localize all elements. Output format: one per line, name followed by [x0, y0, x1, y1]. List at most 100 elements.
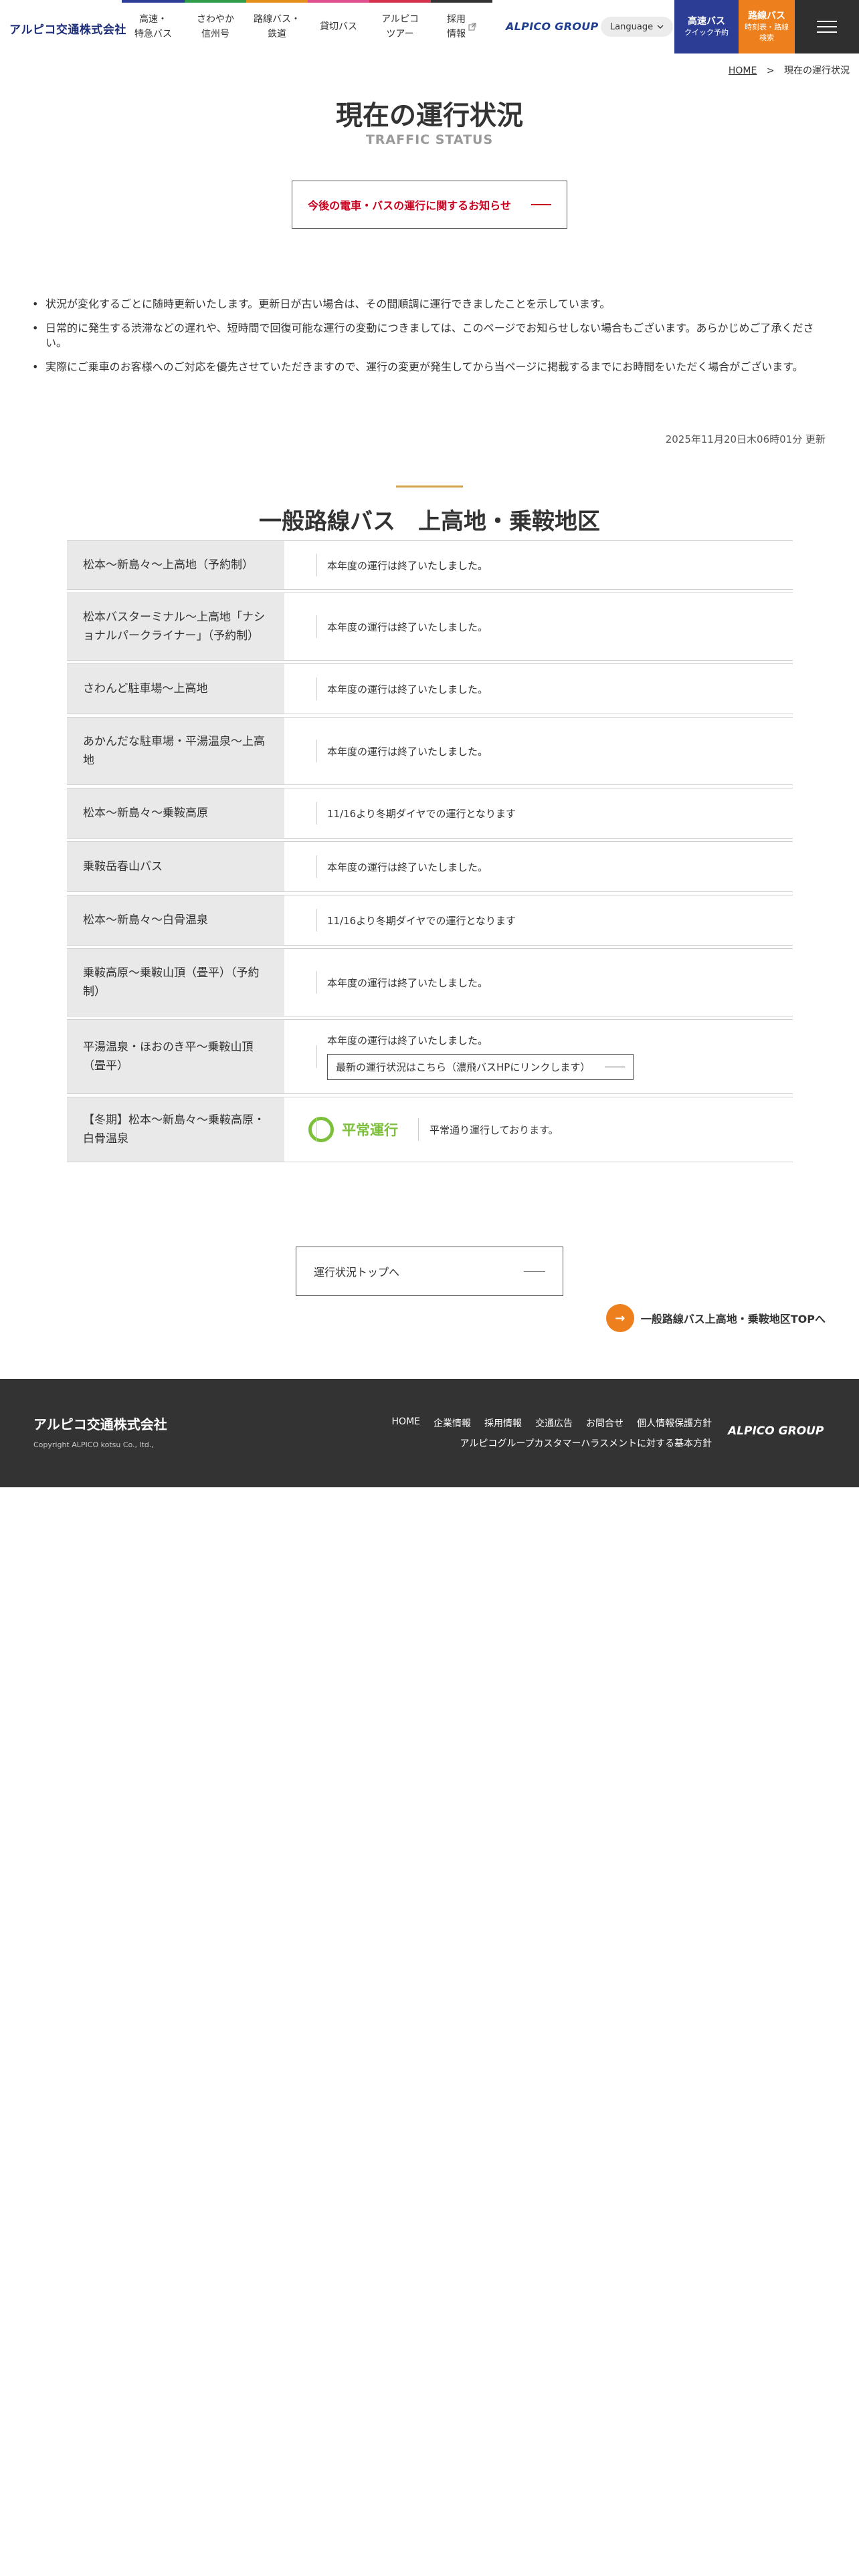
nav-label: 貸切バス: [320, 21, 357, 32]
route-status: 本年度の運行は終了いたしました。: [284, 664, 793, 714]
arrow-right-icon: →: [605, 1304, 634, 1332]
nav-label: 路線バス・ 鉄道: [254, 14, 300, 39]
nav-label: 高速・ 特急バス: [134, 14, 172, 39]
route-status: 本年度の運行は終了いたしました。: [284, 718, 793, 784]
page-subtitle: TRAFFIC STATUS: [365, 132, 494, 147]
nav-color-bar: [431, 0, 492, 3]
status-top-label: 運行状況トップへ: [314, 1266, 400, 1279]
nohi-bus-link[interactable]: 最新の運行状況はこちら（濃飛バスHPにリンクします）: [327, 1054, 634, 1080]
button-sub-label: 時刻表・路線 検索: [745, 23, 789, 42]
alpico-group-logo[interactable]: ALPICO GROUP: [506, 20, 599, 33]
footer-links: HOME 企業情報 採用情報 交通広告 お問合せ 個人情報保護方針: [392, 1416, 712, 1430]
footer-link-harassment-policy[interactable]: アルピコグループカスタマーハラスメントに対する基本方針: [460, 1436, 712, 1450]
nav-route-bus[interactable]: 路線バス・ 鉄道: [246, 0, 308, 53]
route-name: 松本～新島々～上高地（予約制）: [67, 541, 284, 589]
page-title: 現在の運行状況: [336, 100, 523, 131]
route-name: 【冬期】松本～新島々～乗鞍高原・白骨温泉: [67, 1097, 284, 1162]
route-bus-timetable-button[interactable]: 路線バス 時刻表・路線 検索: [739, 0, 795, 53]
updated-timestamp: 2025年11月20日木06時01分 更新: [665, 433, 826, 445]
table-row: 松本～新島々～白骨温泉 11/16より冬期ダイヤでの運行となります: [67, 895, 793, 946]
breadcrumb-home-link[interactable]: HOME: [729, 66, 757, 76]
footer-link-contact[interactable]: お問合せ: [586, 1416, 624, 1430]
route-name: 乗鞍岳春山バス: [67, 842, 284, 891]
breadcrumb-separator: >: [766, 66, 775, 76]
table-row: 乗鞍高原～乗鞍山頂（畳平）（予約制） 本年度の運行は終了いたしました。: [67, 948, 793, 1016]
table-row: 松本バスターミナル～上高地「ナショナルパークライナー」（予約制） 本年度の運行は…: [67, 593, 793, 661]
hamburger-icon-bar: [817, 31, 837, 33]
area-top-link[interactable]: → 一般路線バス上高地・乗鞍地区TOPへ: [605, 1304, 826, 1332]
table-row: 松本～新島々～上高地（予約制） 本年度の運行は終了いたしました。: [67, 540, 793, 590]
route-status: 平常運行 平常通り運行しております。: [284, 1097, 793, 1162]
status-stack: 本年度の運行は終了いたしました。 最新の運行状況はこちら（濃飛バスHPにリンクし…: [316, 1033, 634, 1080]
route-name: 乗鞍高原～乗鞍山頂（畳平）（予約制）: [67, 949, 284, 1016]
normal-status: 平常運行 平常通り運行しております。: [308, 1117, 559, 1142]
status-text: 本年度の運行は終了いたしました。: [327, 621, 488, 633]
nav-sawayaka[interactable]: さわやか 信州号: [185, 0, 246, 53]
hamburger-menu-button[interactable]: [795, 0, 859, 53]
route-status: 本年度の運行は終了いたしました。: [284, 842, 793, 891]
notice-button[interactable]: 今後の電車・バスの運行に関するお知らせ: [292, 181, 567, 229]
table-row: 乗鞍岳春山バス 本年度の運行は終了いたしました。: [67, 841, 793, 892]
status-text: 11/16より冬期ダイヤでの運行となります: [327, 807, 516, 820]
bullet-item: 実際にご乗車のお客様へのご対応を優先させていただきますので、運行の変更が発生して…: [32, 360, 835, 374]
button-sub-label: クイック予約: [684, 28, 729, 37]
bullet-item: 日常的に発生する渋滞などの遅れや、短時間で回復可能な運行の変動につきましては、こ…: [32, 321, 835, 350]
footer-link-recruit[interactable]: 採用情報: [484, 1416, 522, 1430]
nav-label: 採用 情報: [447, 14, 466, 39]
language-label: Language: [609, 21, 654, 32]
table-row: さわんど駐車場～上高地 本年度の運行は終了いたしました。: [67, 663, 793, 714]
circle-ok-icon: [308, 1117, 334, 1142]
notice-button-line: [531, 204, 551, 205]
nav-color-bar: [185, 0, 246, 3]
nav-color-bar: [369, 0, 431, 3]
nav-alpico-tour[interactable]: アルピコ ツアー: [369, 0, 431, 53]
status-top-line: [524, 1271, 545, 1272]
route-name: 松本～新島々～乗鞍高原: [67, 788, 284, 838]
bullet-item: 状況が変化するごとに随時更新いたします。更新日が古い場合は、その間順調に運行でき…: [32, 297, 835, 312]
table-row: 平湯温泉・ほおのき平～乗鞍山頂（畳平） 本年度の運行は終了いたしました。 最新の…: [67, 1019, 793, 1094]
route-name: 松本バスターミナル～上高地「ナショナルパークライナー」（予約制）: [67, 593, 284, 660]
site-header: アルピコ交通株式会社 高速・ 特急バス さわやか 信州号 路線バス・ 鉄道 貸切…: [0, 0, 859, 53]
normal-status-label: 平常運行: [342, 1122, 398, 1138]
notice-button-label: 今後の電車・バスの運行に関するお知らせ: [308, 199, 511, 212]
route-status: 11/16より冬期ダイヤでの運行となります: [284, 788, 793, 838]
footer-alpico-group-logo[interactable]: ALPICO GROUP: [728, 1424, 824, 1438]
nav-color-bar: [122, 0, 185, 3]
route-status: 11/16より冬期ダイヤでの運行となります: [284, 895, 793, 945]
site-footer: アルピコ交通株式会社 Copyright ALPICO kotsu Co., l…: [0, 1379, 859, 1487]
nav-charter-bus[interactable]: 貸切バス: [308, 0, 369, 53]
status-text: 本年度の運行は終了いたしました。: [327, 861, 488, 873]
notice-bullets: 状況が変化するごとに随時更新いたします。更新日が古い場合は、その間順調に運行でき…: [32, 297, 835, 384]
footer-link-privacy[interactable]: 個人情報保護方針: [637, 1416, 712, 1430]
breadcrumb-current: 現在の運行状況: [784, 66, 850, 76]
footer-link-company[interactable]: 企業情報: [434, 1416, 471, 1430]
status-text: 本年度の運行は終了いたしました。: [327, 745, 488, 758]
breadcrumb: HOME > 現在の運行状況: [729, 64, 850, 77]
status-table: 松本～新島々～上高地（予約制） 本年度の運行は終了いたしました。 松本バスターミ…: [67, 540, 793, 1165]
route-status: 本年度の運行は終了いたしました。 最新の運行状況はこちら（濃飛バスHPにリンクし…: [284, 1020, 793, 1093]
chevron-down-icon: [657, 25, 664, 29]
route-status: 本年度の運行は終了いたしました。: [284, 949, 793, 1016]
link-label: 最新の運行状況はこちら（濃飛バスHPにリンクします）: [336, 1061, 591, 1073]
footer-link-ads[interactable]: 交通広告: [535, 1416, 573, 1430]
nav-label: アルピコ ツアー: [381, 14, 419, 39]
status-text: 本年度の運行は終了いたしました。: [327, 976, 488, 989]
site-logo[interactable]: アルピコ交通株式会社: [9, 20, 126, 37]
nav-color-bar: [308, 0, 369, 3]
status-top-button[interactable]: 運行状況トップへ: [296, 1247, 563, 1296]
hamburger-icon: [817, 21, 837, 22]
route-name: 平湯温泉・ほおのき平～乗鞍山頂（畳平）: [67, 1020, 284, 1093]
button-main-label: 高速バス: [688, 16, 725, 27]
footer-link-home[interactable]: HOME: [392, 1416, 420, 1430]
highway-quick-reserve-button[interactable]: 高速バス クイック予約: [674, 0, 739, 53]
hamburger-icon-bar: [817, 26, 837, 27]
nav-highway-bus[interactable]: 高速・ 特急バス: [122, 0, 185, 53]
language-button[interactable]: Language: [601, 17, 673, 37]
section-title: 一般路線バス 上高地・乗鞍地区: [259, 508, 600, 535]
nav-recruit[interactable]: 採用 情報: [431, 0, 492, 53]
nav-label: さわやか 信州号: [197, 14, 234, 39]
status-text: 本年度の運行は終了いたしました。: [327, 1035, 488, 1047]
status-divider: [418, 1118, 419, 1141]
route-name: さわんど駐車場～上高地: [67, 664, 284, 714]
footer-logo[interactable]: アルピコ交通株式会社: [33, 1414, 167, 1433]
